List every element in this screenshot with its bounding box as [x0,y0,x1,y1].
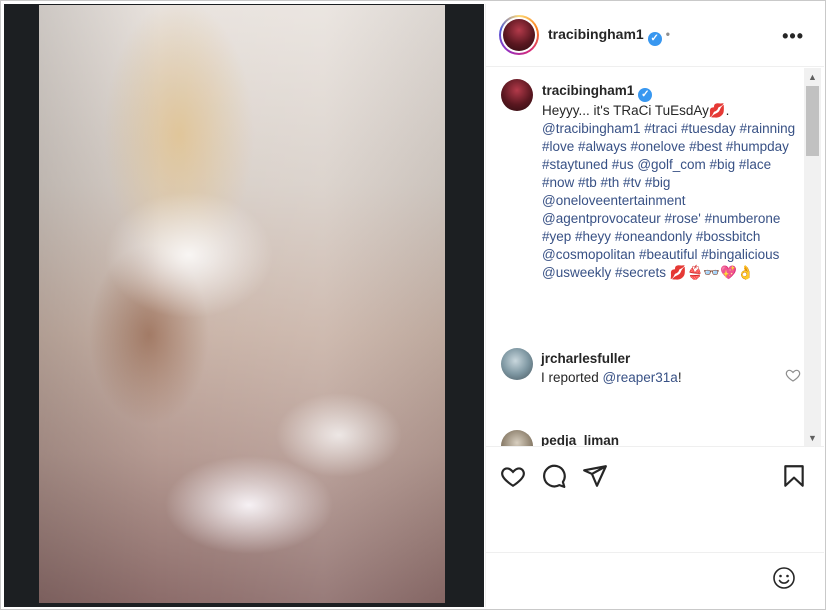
caption-text: Heyyy... it's TRaCi TuEsdAy💋. [542,103,730,118]
comment-text-prefix: I reported [541,370,603,385]
bookmark-icon[interactable] [781,463,807,489]
emoji-icon[interactable] [772,566,796,590]
author-username[interactable]: tracibingham1 ✓ • [548,26,670,46]
post-actions-bar [486,446,824,506]
media-pane [4,4,484,607]
comment-like-heart-icon[interactable] [785,367,801,383]
commenter-username[interactable]: pedja_liman [541,433,619,446]
scroll-down-arrow-icon[interactable]: ▼ [808,433,817,443]
separator-dot: • [665,27,670,41]
like-heart-icon[interactable] [500,463,526,489]
comment-text: I reported @reaper31a! [541,370,682,385]
caption-hashtags[interactable]: @tracibingham1 #traci #tuesday #rainning… [542,121,795,280]
comment-composer [486,552,824,604]
caption-username[interactable]: tracibingham1 [542,82,634,100]
post-side-panel: tracibingham1 ✓ • ••• tracibingham1 ✓ Heyyy… [485,4,824,607]
post-photo-shade [39,5,445,603]
commenter-username[interactable]: jrcharlesfuller [541,351,630,366]
scroll-up-arrow-icon[interactable]: ▲ [808,72,817,82]
commenter-avatar[interactable] [501,430,533,446]
more-options-icon[interactable]: ••• [782,26,804,47]
comment-mention[interactable]: @reaper31a [603,370,678,385]
comments-list[interactable]: tracibingham1 ✓ Heyyy... it's TRaCi TuEsd… [486,68,824,446]
caption-verified-badge-icon: ✓ [638,88,653,102]
author-avatar[interactable] [499,15,539,55]
author-avatar-image [503,19,535,51]
comment-text-suffix: ! [677,370,682,385]
caption-author-avatar[interactable] [501,79,533,111]
post-header: tracibingham1 ✓ • ••• [486,4,824,67]
comment-icon[interactable] [541,463,567,489]
scrollbar-thumb[interactable] [806,86,819,156]
instagram-post-modal: tracibingham1 ✓ • ••• tracibingham1 ✓ Heyyy… [0,0,826,610]
share-icon[interactable] [582,463,608,489]
post-caption: tracibingham1 ✓ Heyyy... it's TRaCi TuEsd… [542,82,804,282]
comments-scrollbar[interactable]: ▲ ▼ [804,68,821,446]
commenter-avatar[interactable] [501,348,533,380]
author-username-text[interactable]: tracibingham1 [548,26,644,42]
verified-badge-icon: ✓ [647,32,662,46]
